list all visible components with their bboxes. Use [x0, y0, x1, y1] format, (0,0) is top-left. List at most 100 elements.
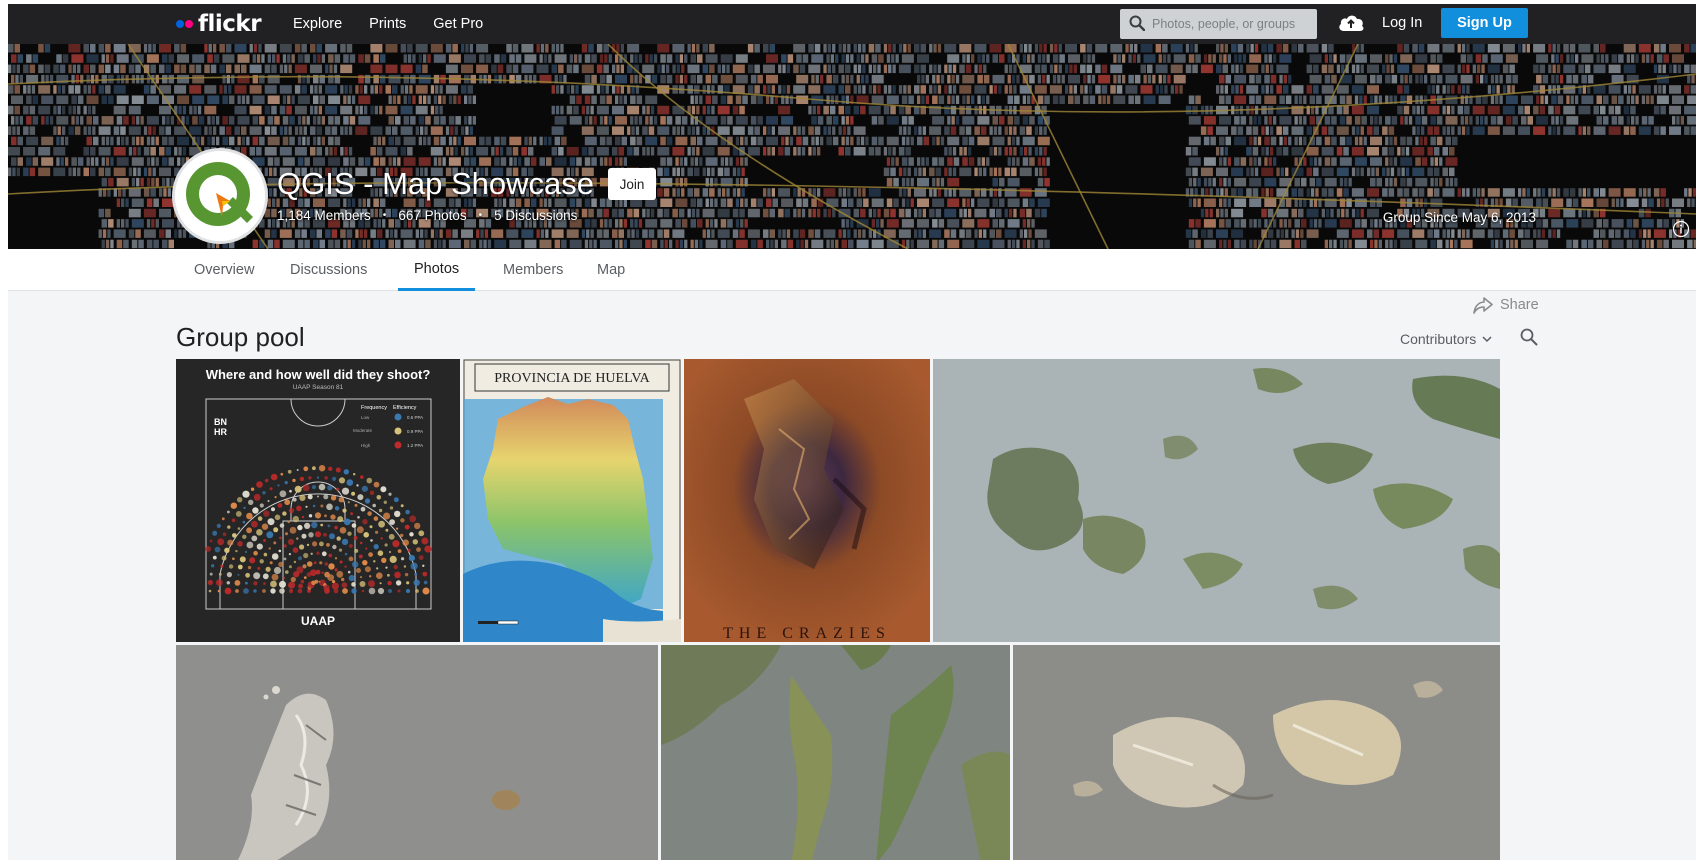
shot-dot: [287, 469, 292, 474]
shot-dot: [277, 484, 280, 487]
contributors-dropdown[interactable]: Contributors: [1400, 331, 1492, 347]
photo-tile-crazies-relief[interactable]: THE CRAZIES: [684, 359, 930, 642]
search-box[interactable]: [1120, 9, 1317, 39]
shot-dot: [273, 566, 282, 575]
shot-dot: [346, 479, 354, 486]
shot-dot: [324, 514, 327, 518]
tab-photos[interactable]: Photos: [398, 249, 476, 291]
search-icon[interactable]: [1120, 9, 1152, 39]
shot-dot: [403, 565, 407, 568]
flickr-logo[interactable]: flickr: [176, 9, 262, 39]
shot-dot: [209, 539, 213, 543]
photo-tile-basketball-map[interactable]: Where and how well did they shoot? UAAP …: [176, 359, 460, 642]
join-button[interactable]: Join: [608, 168, 656, 200]
share-button[interactable]: Share: [1472, 296, 1539, 314]
photo-tile-huelva-map[interactable]: PROVINCIA DE HUELVA: [463, 359, 681, 642]
shot-dot: [297, 556, 303, 561]
photo-tile-archipelago-map[interactable]: [933, 359, 1500, 642]
shot-dot: [336, 536, 341, 541]
shot-dot: [313, 561, 317, 565]
shot-dot: [302, 564, 307, 569]
shot-dot: [378, 508, 383, 513]
tab-discussions[interactable]: Discussions: [274, 249, 383, 291]
shot-dot: [361, 589, 365, 593]
shot-dot: [334, 525, 338, 530]
shot-dot: [360, 475, 364, 479]
shot-dot: [226, 581, 230, 585]
shot-dot: [288, 507, 295, 514]
nav-prints[interactable]: Prints: [369, 16, 406, 32]
shot-dot: [368, 580, 375, 588]
shot-dot: [375, 530, 379, 534]
shot-dot: [288, 588, 294, 594]
shot-dot: [274, 514, 281, 521]
shot-dot: [237, 527, 241, 530]
shot-dot: [356, 568, 361, 573]
shot-dot: [273, 527, 279, 533]
shot-dot: [308, 476, 312, 480]
shot-dot: [388, 492, 392, 496]
shot-dot: [246, 541, 254, 549]
p1-eff-1: 0.6 PPA: [407, 415, 423, 420]
shot-dot: [327, 574, 335, 581]
search-input[interactable]: [1152, 17, 1312, 31]
shot-dot: [302, 484, 310, 492]
shot-dot: [232, 533, 237, 538]
login-link[interactable]: Log In: [1382, 15, 1422, 31]
shot-dot: [362, 519, 368, 525]
crazies-relief-image: THE CRAZIES: [684, 359, 930, 642]
pool-search-icon[interactable]: [1520, 328, 1538, 351]
shot-dot: [310, 552, 313, 555]
photos-count[interactable]: 667 Photos: [398, 208, 466, 223]
logo-text: flickr: [198, 11, 262, 37]
shot-dot: [400, 533, 404, 538]
shot-dot: [388, 589, 392, 593]
shot-dot: [331, 582, 339, 590]
shot-dot: [267, 500, 270, 502]
shot-dot: [227, 539, 234, 546]
nav-get-pro[interactable]: Get Pro: [433, 16, 483, 32]
group-avatar[interactable]: [172, 148, 268, 244]
shot-dot: [282, 511, 287, 516]
upload-cloud-icon[interactable]: [1336, 11, 1366, 35]
shot-dot: [400, 504, 404, 508]
shot-dot: [292, 497, 297, 502]
tab-members[interactable]: Members: [487, 249, 579, 291]
shot-dot: [263, 510, 270, 517]
members-count[interactable]: 1,184 Members: [277, 208, 371, 223]
shot-dot: [307, 494, 313, 500]
shot-dot: [314, 531, 322, 538]
info-icon[interactable]: [1672, 220, 1690, 238]
photo-tile-coastal-relief[interactable]: [661, 645, 1010, 860]
shot-dot: [353, 535, 358, 540]
nav-explore[interactable]: Explore: [293, 16, 342, 32]
shot-dot: [285, 570, 289, 574]
shot-dot: [248, 499, 254, 505]
discussions-count[interactable]: 5 Discussions: [494, 208, 577, 223]
tab-map[interactable]: Map: [581, 249, 641, 291]
shot-dot: [296, 505, 302, 512]
shot-dot: [283, 544, 287, 548]
shot-dot: [221, 555, 227, 561]
shot-dot: [242, 490, 250, 498]
shot-dot: [316, 476, 320, 479]
shot-dot: [285, 532, 288, 536]
shot-dot: [292, 478, 296, 483]
shot-dot: [364, 566, 371, 573]
tab-overview[interactable]: Overview: [178, 249, 270, 291]
shot-dot: [376, 567, 379, 570]
shot-dot: [293, 560, 297, 564]
shot-dot: [253, 493, 261, 501]
shot-dot: [334, 568, 338, 572]
shot-dot: [257, 566, 261, 570]
shot-dot: [328, 553, 333, 558]
shot-dot: [235, 589, 239, 593]
photo-tile-island-relief[interactable]: [1013, 645, 1500, 860]
shot-dot: [215, 579, 223, 586]
shot-dot: [271, 553, 279, 560]
shot-dot: [372, 503, 376, 508]
signup-button[interactable]: Sign Up: [1441, 8, 1528, 38]
shot-dot: [296, 469, 299, 471]
shot-dot: [274, 496, 277, 499]
photo-tile-scotland-relief[interactable]: [176, 645, 658, 860]
